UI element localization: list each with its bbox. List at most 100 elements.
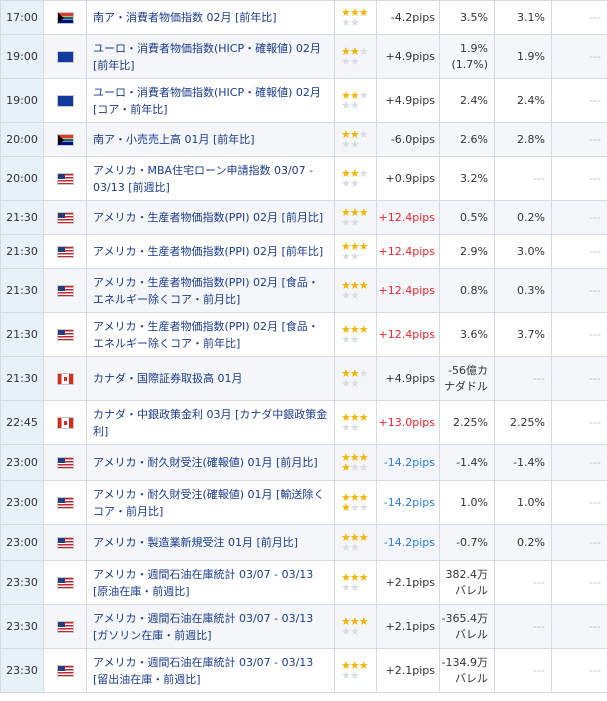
flag-us-icon (56, 621, 74, 633)
event-link[interactable]: アメリカ・生産者物価指数(PPI) 02月 [食品・エネルギー除くコア・前月比] (93, 276, 319, 306)
result-value: --- (551, 604, 607, 649)
country-flag-cell (43, 400, 87, 445)
result-value-line: --- (589, 371, 601, 385)
star-icon: ★ (349, 288, 360, 302)
importance-stars: ★★★ ★★ (334, 0, 377, 35)
star-icon: ★ (341, 215, 351, 229)
forecast-value-line: 3.0% (517, 244, 545, 258)
prev-value: 0.8% (439, 268, 495, 313)
country-flag-cell (43, 0, 87, 35)
star-icon: ★ (341, 54, 351, 68)
forecast-value-line: 0.3% (517, 283, 545, 297)
event-link[interactable]: アメリカ・週間石油在庫統計 03/07 - 03/13 [留出油在庫・前週比] (93, 656, 313, 686)
calendar-row: 17:00 南ア・消費者物価指数 02月 [前年比] ★★★ ★★ -4.2pips 3.… (0, 0, 607, 35)
flag-eu-icon (56, 95, 74, 107)
prev-value-line: 2.4% (460, 93, 488, 107)
forecast-value-line: --- (533, 663, 545, 677)
event-link[interactable]: アメリカ・生産者物価指数(PPI) 02月 [食品・エネルギー除くコア・前年比] (93, 320, 319, 350)
release-time: 20:00 (0, 122, 44, 157)
result-value-line: --- (589, 495, 601, 509)
country-flag-cell (43, 648, 87, 693)
event-link[interactable]: アメリカ・製造業新規受注 01月 [前月比] (93, 536, 298, 549)
prev-value-line: 0.8% (460, 283, 488, 297)
country-flag-cell (43, 200, 87, 235)
country-flag-cell (43, 444, 87, 481)
event-link[interactable]: アメリカ・MBA住宅ローン申請指数 03/07 - 03/13 [前週比] (93, 164, 313, 194)
star-icon: ★ (341, 624, 351, 638)
pips-move: +12.4pips (376, 200, 440, 235)
event-link[interactable]: アメリカ・生産者物価指数(PPI) 02月 [前月比] (93, 211, 323, 224)
pips-move: +2.1pips (376, 648, 440, 693)
event-link[interactable]: ユーロ・消費者物価指数(HICP・確報値) 02月 [コア・前年比] (93, 86, 321, 116)
calendar-row: 23:30 アメリカ・週間石油在庫統計 03/07 - 03/13 [ガソリン在庫… (0, 604, 607, 649)
calendar-row: 23:30 アメリカ・週間石油在庫統計 03/07 - 03/13 [原油在庫・前… (0, 560, 607, 605)
event-link[interactable]: アメリカ・週間石油在庫統計 03/07 - 03/13 [原油在庫・前週比] (93, 568, 313, 598)
star-icon: ★ (349, 98, 360, 112)
event-link[interactable]: アメリカ・週間石油在庫統計 03/07 - 03/13 [ガソリン在庫・前週比] (93, 612, 313, 642)
event-link[interactable]: アメリカ・耐久財受注(確報値) 01月 [前月比] (93, 456, 318, 469)
event-cell: ユーロ・消費者物価指数(HICP・確報値) 02月 [前年比] (86, 34, 335, 79)
star-icon: ★ (358, 239, 369, 253)
star-icon: ★ (358, 614, 369, 628)
event-cell: ユーロ・消費者物価指数(HICP・確報値) 02月 [コア・前年比] (86, 78, 335, 123)
importance-stars: ★★★ ★★ (334, 34, 377, 79)
star-icon: ★ (341, 580, 351, 594)
calendar-row: 20:00 アメリカ・MBA住宅ローン申請指数 03/07 - 03/13 [前週… (0, 156, 607, 201)
pips-move: +2.1pips (376, 560, 440, 605)
result-value: --- (551, 78, 607, 123)
star-icon: ★ (349, 215, 360, 229)
event-link[interactable]: 南ア・小売売上高 01月 [前年比] (93, 133, 255, 146)
prev-value-line: 3.5% (460, 10, 488, 24)
importance-stars: ★★★ ★★ (334, 268, 377, 313)
event-link[interactable]: アメリカ・耐久財受注(確報値) 01月 [輸送除くコア・前月比] (93, 488, 324, 518)
prev-value-line: 3.2% (460, 171, 488, 185)
calendar-row: 19:00 ユーロ・消費者物価指数(HICP・確報値) 02月 [前年比] ★★★ ★… (0, 34, 607, 79)
event-cell: カナダ・中銀政策金利 03月 [カナダ中銀政策金利] (86, 400, 335, 445)
forecast-value: 0.2% (494, 200, 552, 235)
event-link[interactable]: カナダ・国際証券取扱高 01月 (93, 372, 243, 385)
forecast-value: 0.2% (494, 524, 552, 561)
star-icon: ★ (341, 137, 351, 151)
star-icon: ★ (341, 15, 351, 29)
pips-move: -14.2pips (376, 524, 440, 561)
prev-value: 3.6% (439, 312, 495, 357)
flag-us-icon (56, 537, 74, 549)
importance-stars: ★★★ ★★ (334, 234, 377, 269)
forecast-value-line: 2.25% (510, 415, 545, 429)
release-time: 21:30 (0, 200, 44, 235)
pips-move: -14.2pips (376, 480, 440, 525)
prev-value-line: バレル (455, 627, 488, 641)
result-value-line: --- (589, 10, 601, 24)
star-icon: ★ (358, 460, 369, 474)
result-value: --- (551, 122, 607, 157)
prev-value: -0.7% (439, 524, 495, 561)
event-cell: アメリカ・耐久財受注(確報値) 01月 [前月比] (86, 444, 335, 481)
forecast-value: 1.9% (494, 34, 552, 79)
prev-value-line: -1.4% (456, 455, 488, 469)
result-value: --- (551, 444, 607, 481)
importance-stars: ★★★ ★★ (334, 524, 377, 561)
result-value-line: --- (589, 171, 601, 185)
forecast-value: 1.0% (494, 480, 552, 525)
star-icon: ★ (349, 420, 360, 434)
prev-value-line: 0.5% (460, 210, 488, 224)
calendar-row: 19:00 ユーロ・消費者物価指数(HICP・確報値) 02月 [コア・前年比] ★… (0, 78, 607, 123)
flag-us-icon (56, 173, 74, 185)
event-link[interactable]: アメリカ・生産者物価指数(PPI) 02月 [前年比] (93, 245, 323, 258)
forecast-value-line: 0.2% (517, 535, 545, 549)
event-link[interactable]: 南ア・消費者物価指数 02月 [前年比] (93, 11, 277, 24)
prev-value: 382.4万 バレル (439, 560, 495, 605)
prev-value-line: 2.25% (453, 415, 488, 429)
star-icon: ★ (349, 54, 360, 68)
forecast-value: 2.8% (494, 122, 552, 157)
flag-us-icon (56, 665, 74, 677)
flag-eu-icon (56, 51, 74, 63)
forecast-value-line: 2.8% (517, 132, 545, 146)
event-link[interactable]: カナダ・中銀政策金利 03月 [カナダ中銀政策金利] (93, 408, 327, 438)
forecast-value-line: 1.0% (517, 495, 545, 509)
event-link[interactable]: ユーロ・消費者物価指数(HICP・確報値) 02月 [前年比] (93, 42, 321, 72)
star-icon: ★ (358, 570, 369, 584)
result-value: --- (551, 200, 607, 235)
prev-value: -56億カ ナダドル (439, 356, 495, 401)
economic-calendar-table: 17:00 南ア・消費者物価指数 02月 [前年比] ★★★ ★★ -4.2pips 3.… (0, 0, 607, 693)
